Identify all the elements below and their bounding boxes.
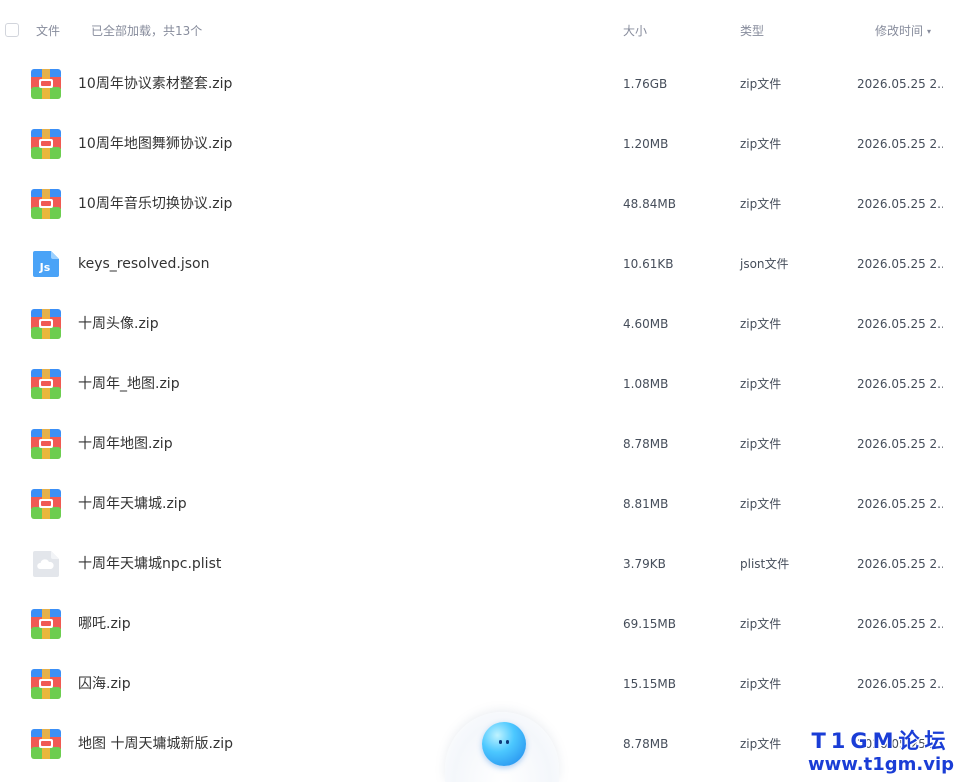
zip-archive-icon	[31, 189, 61, 219]
zip-archive-icon	[31, 609, 61, 639]
svg-text:Js: Js	[39, 261, 51, 274]
file-mtime: 2026.05.25 2...	[857, 197, 943, 211]
file-name[interactable]: 哪吒.zip	[78, 614, 131, 634]
header-type-column[interactable]: 类型	[740, 23, 764, 39]
file-type: zip文件	[740, 377, 782, 391]
file-size: 69.15MB	[623, 617, 676, 631]
file-name[interactable]: 地图 十周天墉城新版.zip	[78, 734, 233, 754]
file-size: 4.60MB	[623, 317, 669, 331]
file-size: 48.84MB	[623, 197, 676, 211]
file-mtime: 2026.05.25 2...	[857, 137, 943, 151]
file-list: 10周年协议素材整套.zip 1.76GB zip文件 2026.05.25 2...…	[0, 55, 958, 775]
file-row[interactable]: 囚海.zip 15.15MB zip文件 2026.05.25 2...	[0, 655, 958, 715]
file-name[interactable]: 十周年地图.zip	[78, 434, 173, 454]
file-name[interactable]: 10周年地图舞狮协议.zip	[78, 134, 232, 154]
json-file-icon: Js	[31, 249, 61, 279]
file-row[interactable]: 十周年地图.zip 8.78MB zip文件 2026.05.25 2...	[0, 415, 958, 475]
file-row[interactable]: 哪吒.zip 69.15MB zip文件 2026.05.25 2...	[0, 595, 958, 655]
zip-archive-icon	[31, 129, 61, 159]
header-size-column[interactable]: 大小	[623, 23, 647, 39]
file-type: zip文件	[740, 317, 782, 331]
file-name[interactable]: keys_resolved.json	[78, 254, 209, 274]
file-mtime: 2026.05.25 2...	[857, 557, 943, 571]
watermark-title: T1GM论坛	[811, 729, 951, 753]
file-mtime: 2026.05.25 2...	[857, 617, 943, 631]
file-list-header: 文件 已全部加载，共13个 大小 类型 修改时间 ▾	[0, 0, 958, 62]
header-mtime-column[interactable]: 修改时间 ▾	[875, 23, 931, 40]
file-size: 10.61KB	[623, 257, 674, 271]
file-type: zip文件	[740, 737, 782, 751]
file-type: zip文件	[740, 197, 782, 211]
file-size: 3.79KB	[623, 557, 666, 571]
file-name[interactable]: 10周年音乐切换协议.zip	[78, 194, 232, 214]
file-mtime: 2026.05.25 2...	[857, 437, 943, 451]
file-type: zip文件	[740, 677, 782, 691]
header-file-label[interactable]: 文件	[36, 23, 60, 39]
zip-archive-icon	[31, 729, 61, 759]
file-mtime: 2026.05.25 2...	[857, 257, 943, 271]
zip-archive-icon	[31, 69, 61, 99]
file-name[interactable]: 囚海.zip	[78, 674, 131, 694]
file-row[interactable]: 10周年协议素材整套.zip 1.76GB zip文件 2026.05.25 2...	[0, 55, 958, 115]
select-all-checkbox[interactable]	[5, 23, 19, 37]
file-size: 8.78MB	[623, 437, 669, 451]
zip-archive-icon	[31, 669, 61, 699]
file-size: 15.15MB	[623, 677, 676, 691]
file-mtime: 2026.05.25 2...	[857, 377, 943, 391]
file-type: zip文件	[740, 137, 782, 151]
assistant-avatar-icon[interactable]	[482, 722, 526, 766]
zip-archive-icon	[31, 309, 61, 339]
file-row[interactable]: 10周年地图舞狮协议.zip 1.20MB zip文件 2026.05.25 2...	[0, 115, 958, 175]
file-name[interactable]: 十周年天墉城npc.plist	[78, 554, 221, 574]
forum-watermark: T1GM论坛 www.t1gm.vip	[808, 728, 954, 776]
file-size: 1.76GB	[623, 77, 668, 91]
zip-archive-icon	[31, 489, 61, 519]
file-row[interactable]: 十周年天墉城npc.plist 3.79KB plist文件 2026.05.25 2…	[0, 535, 958, 595]
file-size: 8.78MB	[623, 737, 669, 751]
header-mtime-label: 修改时间	[875, 24, 924, 38]
file-type: zip文件	[740, 497, 782, 511]
file-mtime: 2026.05.25 2...	[857, 677, 943, 691]
file-name[interactable]: 十周年_地图.zip	[78, 374, 180, 394]
file-name[interactable]: 10周年协议素材整套.zip	[78, 74, 232, 94]
file-type: zip文件	[740, 77, 782, 91]
file-size: 8.81MB	[623, 497, 669, 511]
file-row[interactable]: 十周年天墉城.zip 8.81MB zip文件 2026.05.25 2...	[0, 475, 958, 535]
sort-down-icon[interactable]: ▾	[927, 24, 931, 40]
file-type: zip文件	[740, 437, 782, 451]
file-type: plist文件	[740, 557, 790, 571]
assistant-eye-left	[499, 740, 502, 744]
file-row[interactable]: 十周头像.zip 4.60MB zip文件 2026.05.25 2...	[0, 295, 958, 355]
file-mtime: 2026.05.25 2...	[857, 317, 943, 331]
loaded-count-label: 已全部加载，共13个	[91, 24, 203, 38]
zip-archive-icon	[31, 429, 61, 459]
cloud-file-icon	[31, 549, 61, 579]
file-type: json文件	[740, 257, 789, 271]
file-row[interactable]: 10周年音乐切换协议.zip 48.84MB zip文件 2026.05.25 2..…	[0, 175, 958, 235]
file-row[interactable]: 十周年_地图.zip 1.08MB zip文件 2026.05.25 2...	[0, 355, 958, 415]
file-mtime: 2026.05.25 2...	[857, 497, 943, 511]
file-mtime: 2026.05.25 2...	[857, 77, 943, 91]
file-name[interactable]: 十周年天墉城.zip	[78, 494, 187, 514]
file-row[interactable]: Js keys_resolved.json 10.61KB json文件 2026.05…	[0, 235, 958, 295]
file-size: 1.20MB	[623, 137, 669, 151]
zip-archive-icon	[31, 369, 61, 399]
watermark-url: www.t1gm.vip	[808, 754, 954, 775]
assistant-eye-right	[506, 740, 509, 744]
file-size: 1.08MB	[623, 377, 669, 391]
file-name[interactable]: 十周头像.zip	[78, 314, 159, 334]
file-type: zip文件	[740, 617, 782, 631]
